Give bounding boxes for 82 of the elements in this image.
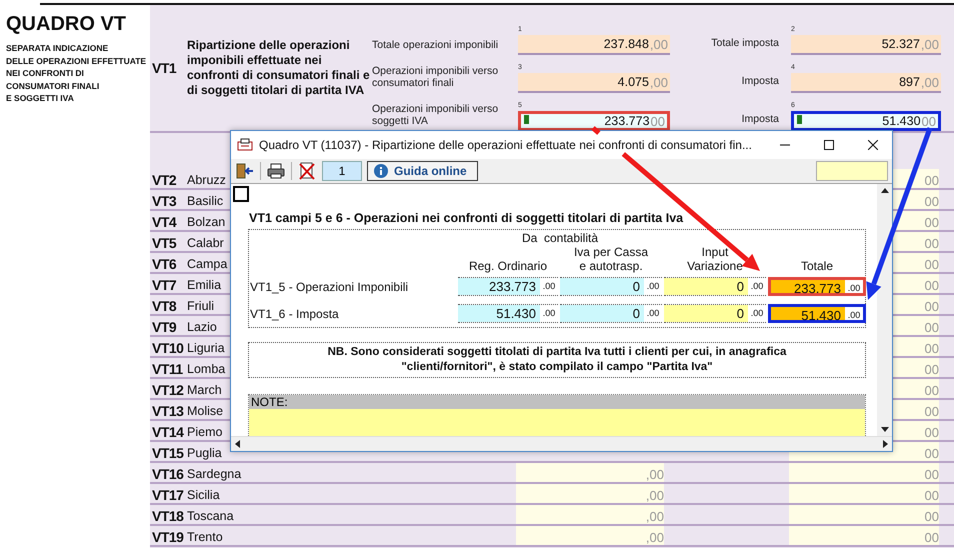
row-code: VT2 [152,172,176,188]
row-code: VT4 [152,214,176,230]
horizontal-scrollbar[interactable] [231,436,892,451]
row-code: VT11 [152,361,183,377]
region-name: Trento [187,530,223,544]
region-name: Bolzan [187,215,226,229]
status-marker-icon [797,115,802,124]
vertical-scrollbar[interactable] [877,184,892,436]
region-name: Piemo [187,425,222,439]
info-icon [374,164,388,178]
status-marker-icon [524,115,529,124]
field-label: Operazioni imponibili verso consumatori finali [372,65,500,91]
notes-field[interactable]: NOTE: [248,394,866,436]
row-code: VT7 [152,277,176,293]
region-name: March [187,383,222,397]
amount-field[interactable]: 233.77300 [518,111,670,131]
amount-field[interactable]: 897,00 [791,73,941,93]
region-name: Basilic [187,194,224,208]
region-name: Sicilia [187,488,220,502]
checkbox[interactable] [233,186,249,202]
row-code: VT3 [152,193,176,209]
amount-field[interactable]: 52.327,00 [791,35,941,55]
row-code: VT13 [152,403,184,419]
region-name: Abruzz [187,173,226,187]
column-header: Input Variazione [687,245,743,273]
maximize-icon [824,140,834,150]
row-code: VT18 [152,508,184,524]
dialog-heading: VT1 campi 5 e 6 - Operazioni nei confronti di soggetti titolari di partita Iva [249,211,684,225]
row-code: VT15 [152,445,184,461]
amount-field[interactable]: 51.43000 [791,111,941,131]
print-button[interactable] [266,161,286,181]
column-header: Reg. Ordinario [468,259,548,273]
scroll-left-icon[interactable] [235,440,240,448]
region-name: Puglia [187,446,222,460]
field-label: Totale imposta [710,37,780,51]
amount-field: 233.773 .00 [768,277,866,296]
field-label: Operazioni imponibili verso soggetti IVA [372,103,500,129]
row-label: VT1_6 - Imposta [250,306,339,320]
region-name: Calabr [187,236,224,250]
close-icon [868,140,878,150]
region-name: Molise [187,404,224,418]
region-name: Campa [187,257,228,271]
row-code: VT5 [152,235,176,251]
row-code: VT10 [152,340,184,356]
row-code: VT17 [152,487,184,503]
row-code: VT16 [152,466,184,482]
section-title: QUADRO VT [6,13,126,36]
delete-button[interactable] [297,161,317,181]
column-group-label: Da contabilità [520,230,600,245]
region-name: Sardegna [187,467,242,481]
row-code: VT9 [152,319,176,335]
region-name: Lomba [187,362,226,376]
form-icon [237,138,253,152]
row-code: VT6 [152,256,176,272]
row-code: VT1 [152,60,176,76]
field-label: Totale operazioni imponibili [372,39,500,53]
amount-field[interactable]: 4.075,00 [518,73,670,93]
field-label: Imposta [740,75,780,89]
row-description: Ripartizione delle operazioni imponibili effettuate nei confronti di consumatori finali e di soggetti titolari di partita IVA [187,38,371,98]
region-name: Toscana [187,509,234,523]
scroll-right-icon[interactable] [883,440,888,448]
scroll-down-icon[interactable] [880,427,888,432]
section-subtitle: SEPARATA INDICAZIONE DELLE OPERAZIONI EFFETTUATE NEI CONFRONTI DI CONSUMATORI FINALI E SOGGETTI IVA [6,42,146,104]
row-code: VT14 [152,424,184,440]
column-header: Iva per Cassa e autotrasp. [574,245,648,273]
row-code: VT12 [152,382,184,398]
row-code: VT8 [152,298,176,314]
region-name: Friuli [187,299,214,313]
region-name: Liguria [187,341,225,355]
page-number-field[interactable]: 1 [322,161,362,181]
row-code: VT19 [152,529,184,545]
amount-field[interactable]: 237.848,00 [518,35,670,55]
column-header: Totale [800,259,834,273]
info-note: NB. Sono considerati soggetti titolati di partita Iva tutti i clienti per cui, in anagrafica "clienti/fornitori", è stato compilato il campo "Partita Iva" [248,342,866,378]
amount-field: 51.430 .00 [768,304,866,323]
row-label: VT1_5 - Operazioni Imponibili [250,280,408,294]
region-name: Lazio [187,320,217,334]
window-title: Quadro VT (11037) - Ripartizione delle operazioni effettuate nei confronti di consumatori fin... [259,138,753,152]
help-button[interactable]: Guida online [367,161,478,181]
exit-button[interactable] [235,161,255,181]
region-name: Emilia [187,278,222,292]
field-label: Imposta [740,113,780,127]
